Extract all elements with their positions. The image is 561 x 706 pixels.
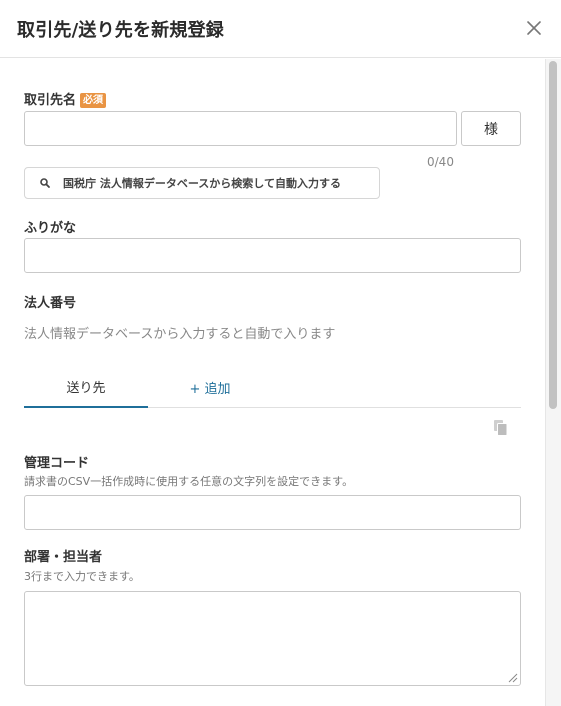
partner-name-input[interactable] <box>24 111 457 146</box>
department-hint: 3行まで入力できます。 <box>24 570 140 583</box>
tab-recipient[interactable]: 送り先 <box>24 367 148 408</box>
corporate-number-label: 法人番号 <box>24 296 77 311</box>
department-label: 部署・担当者 <box>24 550 103 565</box>
management-code-hint: 請求書のCSV一括作成時に使用する任意の文字列を設定できます。 <box>24 475 354 488</box>
furigana-label: ふりがな <box>24 221 77 236</box>
required-badge: 必須 <box>80 93 107 108</box>
copy-icon[interactable] <box>492 419 510 437</box>
tab-add-recipient[interactable]: + 追加 <box>148 367 272 408</box>
corporate-number-hint: 法人情報データベースから入力すると自動で入ります <box>24 327 336 342</box>
scrollbar[interactable] <box>545 59 561 706</box>
scrollbar-thumb[interactable] <box>549 61 557 409</box>
search-button-label: 国税庁 法人情報データベースから検索して自動入力する <box>63 177 341 190</box>
close-icon <box>527 21 541 35</box>
furigana-input[interactable] <box>24 238 521 273</box>
resize-grip-icon[interactable] <box>506 671 518 683</box>
department-textarea[interactable] <box>24 591 521 686</box>
dialog-body: 取引先名 必須 様 0/40 国税庁 法人情報データベースから検索して自動入力する… <box>0 59 545 706</box>
char-counter: 0/40 <box>427 155 454 169</box>
recipient-tabs: 送り先 + 追加 <box>24 367 521 408</box>
search-icon <box>39 177 51 189</box>
partner-name-label-text: 取引先名 <box>24 93 77 108</box>
close-button[interactable] <box>520 14 548 42</box>
honorific-suffix[interactable]: 様 <box>461 111 521 146</box>
dialog-header: 取引先/送り先を新規登録 <box>0 0 561 58</box>
management-code-input[interactable] <box>24 495 521 530</box>
dialog-title: 取引先/送り先を新規登録 <box>17 20 224 41</box>
corporate-db-search-button[interactable]: 国税庁 法人情報データベースから検索して自動入力する <box>24 167 380 199</box>
partner-name-label: 取引先名 必須 <box>24 89 107 108</box>
new-partner-dialog: 取引先/送り先を新規登録 取引先名 必須 様 0/40 国税庁 法人情報データベー… <box>0 0 561 706</box>
management-code-label: 管理コード <box>24 456 90 471</box>
